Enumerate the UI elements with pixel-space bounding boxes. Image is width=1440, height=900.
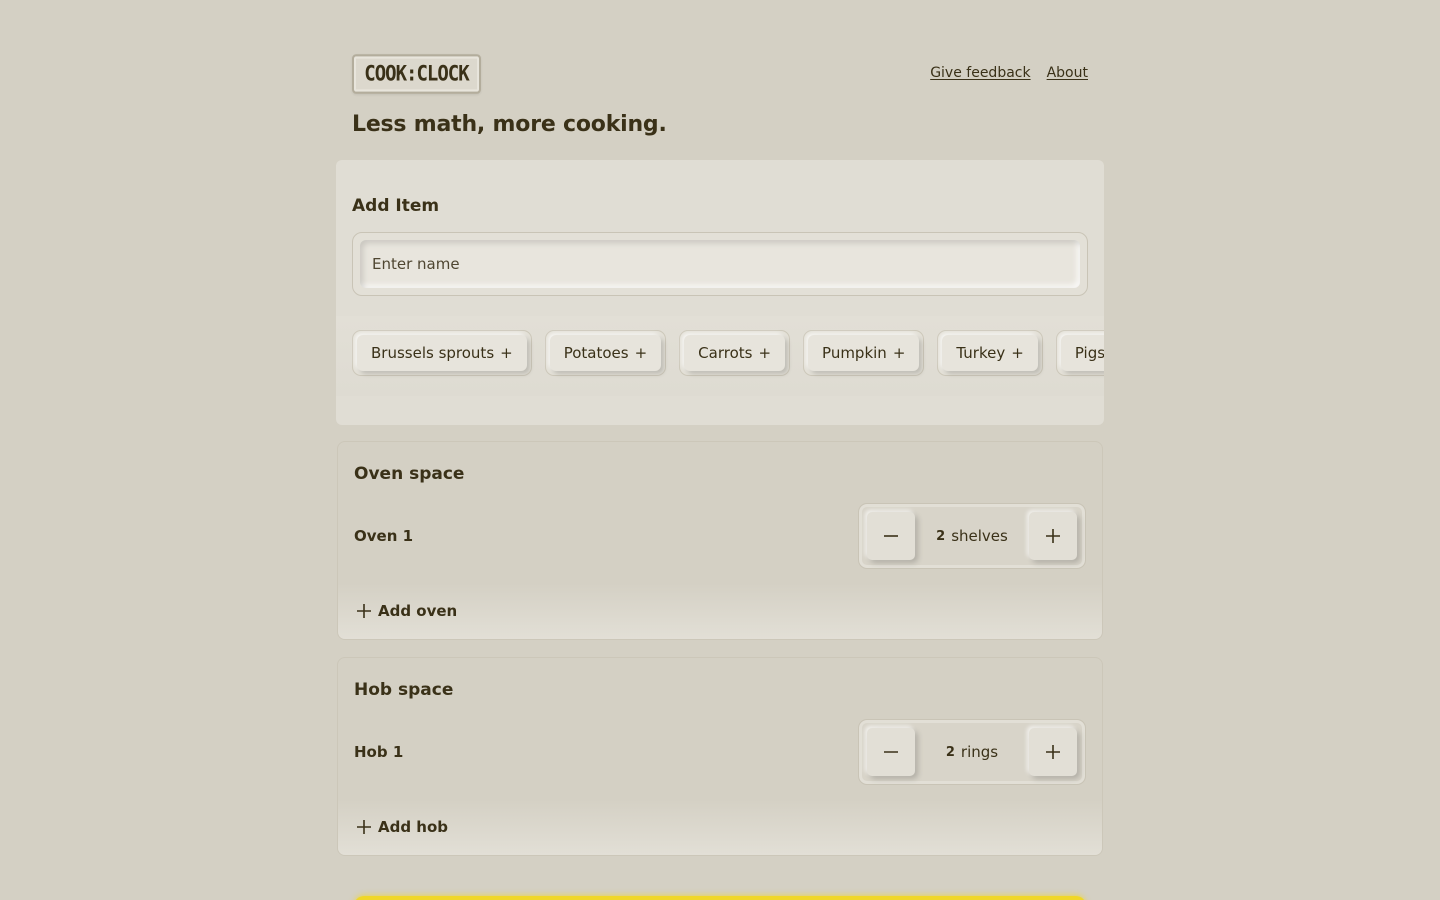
- suggestion-potatoes-button[interactable]: Potatoes +: [549, 335, 662, 371]
- plus-icon: [1046, 529, 1060, 543]
- minus-icon: [884, 535, 898, 537]
- suggestion-turkey-button[interactable]: Turkey +: [942, 335, 1038, 371]
- shelves-value: 2 shelves: [915, 504, 1029, 568]
- hob-space-title: Hob space: [354, 680, 454, 700]
- rings-unit: rings: [960, 743, 999, 761]
- increment-rings-button[interactable]: [1029, 728, 1077, 776]
- suggestion-chip: Potatoes +: [544, 330, 667, 376]
- hob-space-panel: Hob space Hob 1 2 rings Add hob: [337, 657, 1103, 856]
- decrement-rings-button[interactable]: [867, 728, 915, 776]
- name-input-frame: [352, 232, 1088, 296]
- suggestion-label: Carrots: [698, 344, 753, 362]
- decrement-shelves-button[interactable]: [867, 512, 915, 560]
- name-input-well: [360, 240, 1080, 288]
- about-link[interactable]: About: [1047, 65, 1088, 81]
- suggestion-label: Pigs In: [1074, 344, 1104, 362]
- oven-space-panel: Oven space Oven 1 2 shelves Add oven: [337, 441, 1103, 640]
- suggestion-label: Pumpkin: [822, 344, 887, 362]
- add-item-panel: Add Item Brussels sprouts + Potatoes +: [336, 160, 1104, 425]
- suggestions-strip: Brussels sprouts + Potatoes + Carrots +: [336, 316, 1104, 396]
- add-hob-label: Add hob: [378, 818, 449, 836]
- increment-shelves-button[interactable]: [1029, 512, 1077, 560]
- add-hob-button[interactable]: Add hob: [338, 799, 1102, 855]
- top-nav: Give feedback About: [930, 65, 1088, 81]
- logo[interactable]: COOK:CLOCK: [352, 54, 481, 94]
- shelves-count: 2: [936, 528, 946, 544]
- suggestion-chip: Carrots +: [679, 330, 791, 376]
- plus-icon: +: [634, 344, 648, 362]
- hob-1-rings-stepper: 2 rings: [858, 719, 1086, 785]
- plus-icon: +: [892, 344, 906, 362]
- page-tagline: Less math, more cooking.: [352, 112, 667, 137]
- plus-icon: [357, 604, 371, 618]
- hob-1-label: Hob 1: [354, 743, 404, 761]
- rings-count: 2: [945, 744, 955, 760]
- header: COOK:CLOCK Give feedback About: [352, 54, 1088, 94]
- plus-icon: +: [1011, 344, 1024, 362]
- suggestion-chips: Brussels sprouts + Potatoes + Carrots +: [352, 330, 1104, 376]
- oven-1-label: Oven 1: [354, 527, 414, 545]
- plus-icon: +: [758, 344, 772, 362]
- add-oven-label: Add oven: [378, 602, 458, 620]
- suggestion-brussels-sprouts-button[interactable]: Brussels sprouts +: [357, 335, 527, 371]
- primary-action-button[interactable]: [354, 896, 1086, 900]
- suggestion-carrots-button[interactable]: Carrots +: [684, 335, 786, 371]
- shelves-unit: shelves: [951, 527, 1008, 545]
- oven-1-shelves-stepper: 2 shelves: [858, 503, 1086, 569]
- suggestion-label: Brussels sprouts: [371, 344, 495, 362]
- minus-icon: [884, 751, 898, 753]
- suggestion-label: Potatoes: [563, 344, 629, 362]
- plus-icon: +: [500, 344, 513, 362]
- suggestion-chip: Turkey +: [937, 330, 1043, 376]
- suggestion-pigs-in-button[interactable]: Pigs In: [1060, 335, 1104, 371]
- plus-icon: [357, 820, 371, 834]
- suggestion-pumpkin-button[interactable]: Pumpkin +: [808, 335, 920, 371]
- plus-icon: [1046, 745, 1060, 759]
- add-item-title: Add Item: [352, 196, 440, 216]
- suggestion-chip: Pigs In: [1055, 330, 1104, 376]
- oven-space-title: Oven space: [354, 464, 465, 484]
- rings-value: 2 rings: [915, 720, 1029, 784]
- item-name-input[interactable]: [360, 240, 1080, 288]
- suggestion-chip: Pumpkin +: [803, 330, 925, 376]
- suggestion-chip: Brussels sprouts +: [352, 330, 532, 376]
- give-feedback-link[interactable]: Give feedback: [930, 65, 1030, 81]
- add-oven-button[interactable]: Add oven: [338, 583, 1102, 639]
- suggestion-label: Turkey: [956, 344, 1006, 362]
